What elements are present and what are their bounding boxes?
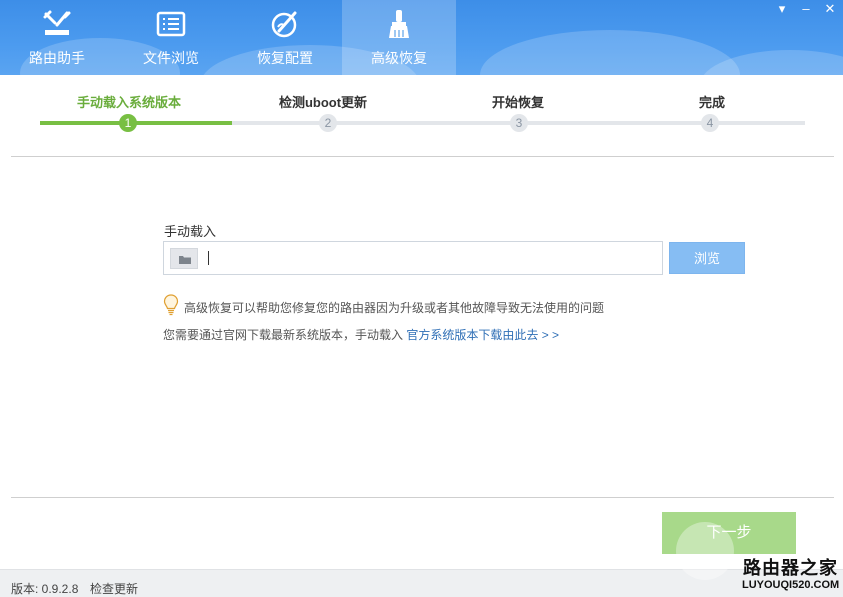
watermark-title: 路由器之家 [743, 558, 838, 578]
official-download-link[interactable]: 官方系统版本下载由此去 > > [406, 328, 559, 342]
top-divider [11, 156, 834, 157]
version-text: 版本: 0.9.2.8 [11, 582, 79, 596]
file-browser-icon [156, 11, 186, 37]
folder-button[interactable] [170, 248, 198, 269]
check-update-link[interactable]: 检查更新 [90, 580, 138, 597]
step-number-3: 3 [510, 114, 528, 132]
app-header: 路由助手 文件浏览 恢复配置 高级恢复 ▾ – ✕ [0, 0, 843, 75]
bottom-divider [11, 497, 834, 498]
watermark-subtitle: LUYOUQI520.COM [742, 579, 840, 591]
hint-text: 高级恢复可以帮助您修复您的路由器因为升级或者其他故障导致无法使用的问题 [184, 301, 605, 315]
step-number-4: 4 [701, 114, 719, 132]
manual-load-label: 手动载入 [164, 224, 217, 239]
step-number-2: 2 [319, 114, 337, 132]
minimize-button[interactable]: – [799, 2, 813, 16]
folder-icon [179, 256, 191, 264]
nav-label: 文件浏览 [143, 50, 199, 66]
restore-config-icon [271, 11, 297, 38]
nav-advanced-restore[interactable]: 高级恢复 [342, 0, 456, 75]
main-nav: 路由助手 文件浏览 恢复配置 高级恢复 [0, 0, 456, 75]
step-label-2: 检测uboot更新 [278, 95, 368, 110]
step-label-4: 完成 [698, 95, 725, 110]
nav-file-browser[interactable]: 文件浏览 [114, 0, 228, 75]
header-cloud [480, 30, 740, 75]
nav-label: 路由助手 [29, 50, 85, 66]
nav-router-assistant[interactable]: 路由助手 [0, 0, 114, 75]
text-caret [208, 251, 209, 265]
step-label-3: 开始恢复 [491, 95, 544, 110]
menu-arrow-icon[interactable]: ▾ [775, 2, 789, 16]
browse-button[interactable]: 浏览 [669, 242, 745, 274]
nav-restore-config[interactable]: 恢复配置 [228, 0, 342, 75]
router-tools-icon [43, 10, 71, 35]
nav-label: 高级恢复 [371, 50, 427, 66]
close-button[interactable]: ✕ [823, 2, 837, 16]
download-hint: 您需要通过官网下载最新系统版本，手动载入 官方系统版本下载由此去 > > [163, 326, 559, 343]
file-path-input[interactable] [204, 246, 654, 270]
download-hint-text: 您需要通过官网下载最新系统版本，手动载入 [163, 328, 404, 342]
brush-icon [389, 10, 409, 38]
step-number-1: 1 [119, 114, 137, 132]
file-path-box [163, 241, 663, 275]
lightbulb-icon [163, 294, 179, 316]
step-label-1: 手动载入系统版本 [76, 95, 181, 110]
nav-label: 恢复配置 [257, 50, 313, 66]
window-controls: ▾ – ✕ [775, 2, 837, 16]
watermark-badge [676, 522, 734, 580]
